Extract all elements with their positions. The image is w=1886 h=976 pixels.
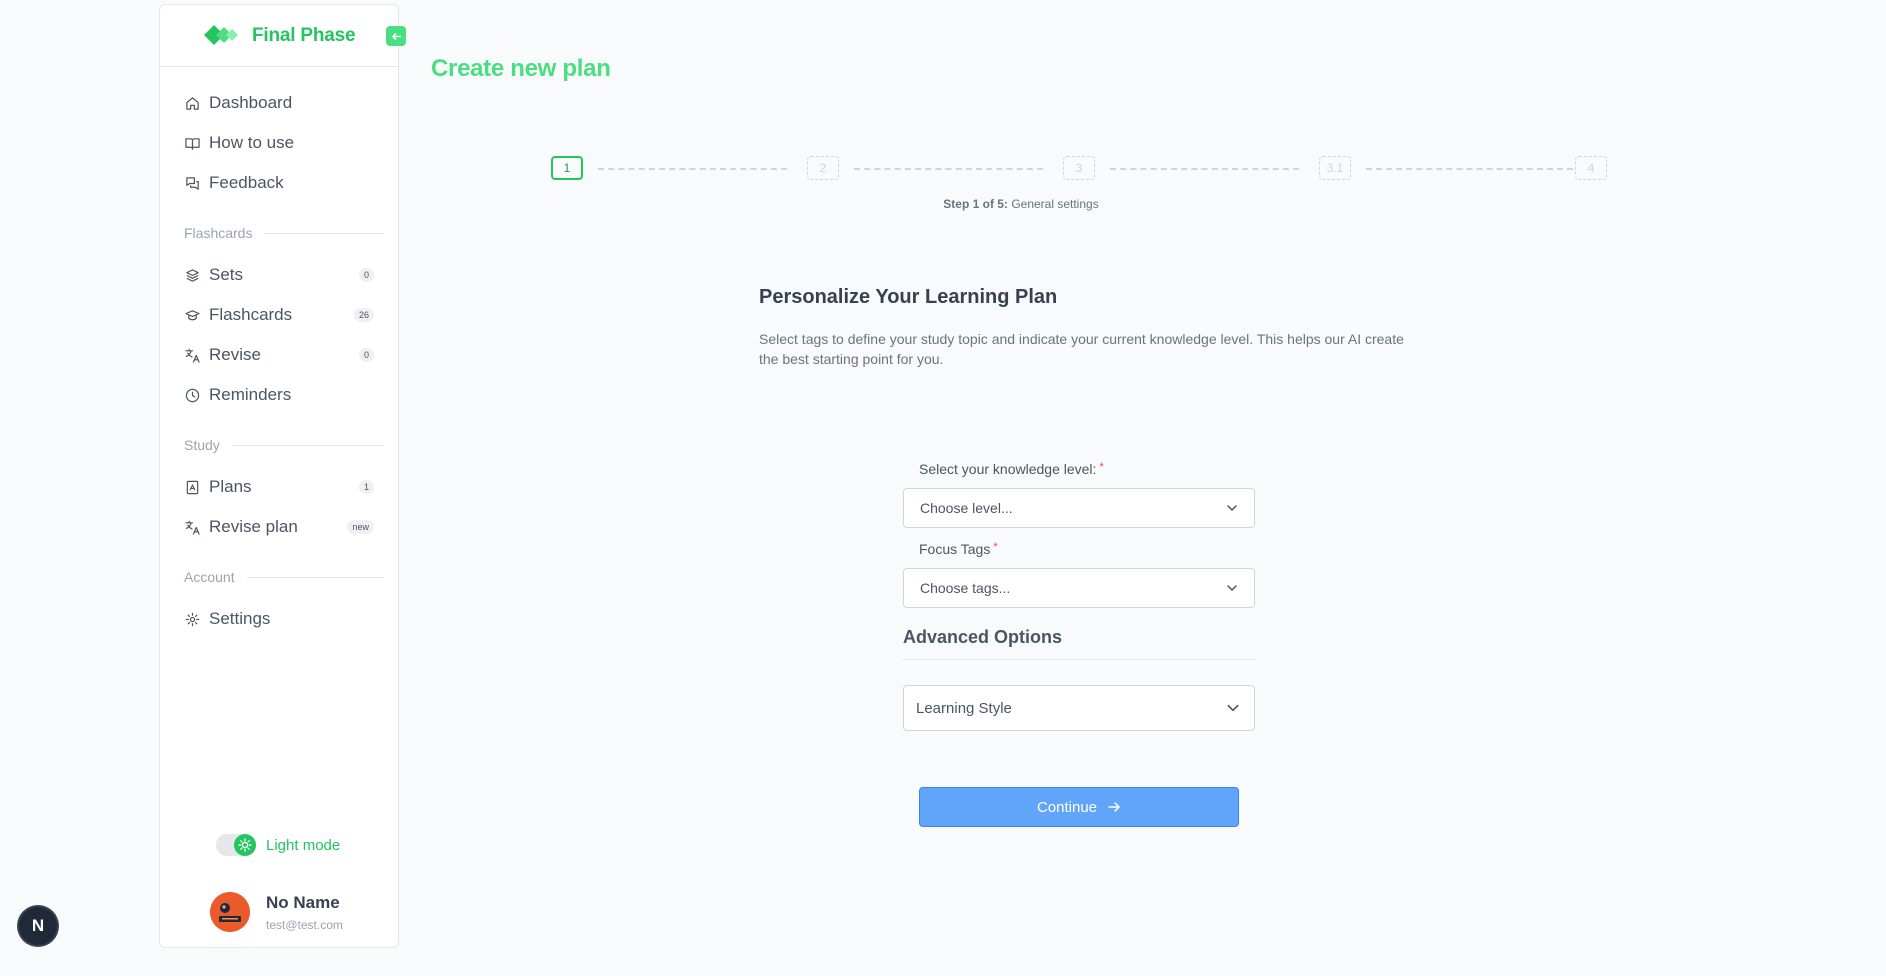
chat-icon — [184, 175, 200, 191]
sidebar-item-how-to-use[interactable]: How to use — [184, 130, 374, 156]
sidebar-item-dashboard[interactable]: Dashboard — [184, 90, 374, 116]
step-2[interactable]: 2 — [807, 156, 839, 180]
sidebar-item-label: Dashboard — [209, 93, 293, 112]
step-connector — [598, 168, 787, 170]
step-3-1[interactable]: 3.1 — [1319, 156, 1351, 180]
brand-header: Final Phase — [160, 5, 406, 67]
theme-toggle[interactable]: Light mode — [216, 834, 340, 856]
section-heading-study: Study — [184, 436, 384, 454]
book-icon — [184, 135, 200, 151]
page-title: Create new plan — [431, 55, 611, 82]
sidebar-item-label: Settings — [209, 609, 271, 628]
focus-tags-select[interactable]: Choose tags... — [903, 568, 1255, 608]
sidebar-item-label: Sets — [209, 265, 244, 284]
count-badge: 26 — [353, 308, 374, 322]
clock-icon — [184, 387, 200, 403]
sun-icon — [234, 834, 256, 856]
section-title: Personalize Your Learning Plan — [759, 286, 1058, 308]
required-mark: * — [1099, 461, 1104, 473]
new-badge: new — [347, 520, 374, 534]
sidebar-item-reminders[interactable]: Reminders — [184, 382, 374, 408]
step-connector — [1366, 168, 1573, 170]
toggle-track[interactable] — [216, 834, 256, 856]
step-4[interactable]: 4 — [1575, 156, 1607, 180]
sidebar-item-label: Revise plan — [209, 517, 298, 536]
required-mark: * — [993, 541, 998, 553]
learning-style-accordion[interactable]: Learning Style — [903, 685, 1255, 731]
chevron-down-icon — [1226, 582, 1238, 594]
sidebar: Final Phase Dashboard How to use Feedbac… — [159, 4, 406, 948]
sidebar-item-revise[interactable]: Revise 0 — [184, 342, 374, 368]
count-badge: 0 — [358, 348, 374, 362]
avatar — [210, 892, 250, 932]
user-profile[interactable]: No Name test@test.com — [210, 892, 343, 932]
theme-label: Light mode — [266, 836, 341, 854]
arrow-left-icon — [391, 32, 401, 40]
user-email: test@test.com — [266, 917, 343, 932]
sidebar-item-flashcards[interactable]: Flashcards 26 — [184, 302, 374, 328]
knowledge-level-label: Select your knowledge level: * — [919, 461, 1104, 477]
brand-name: Final Phase — [252, 25, 356, 46]
sidebar-item-label: Flashcards — [209, 305, 293, 324]
step-3[interactable]: 3 — [1063, 156, 1095, 180]
count-badge: 1 — [358, 480, 374, 494]
sidebar-item-settings[interactable]: Settings — [184, 606, 374, 632]
notebook-icon — [184, 479, 200, 495]
stepper: 1 2 3 3.1 4 — [551, 156, 1607, 182]
sidebar-item-label: Feedback — [209, 173, 284, 192]
translate-icon — [184, 519, 200, 535]
chevron-down-icon — [1226, 701, 1240, 715]
sidebar-item-plans[interactable]: Plans 1 — [184, 474, 374, 500]
sidebar-item-feedback[interactable]: Feedback — [184, 170, 374, 196]
sidebar-item-label: Reminders — [209, 385, 292, 404]
divider — [903, 659, 1255, 660]
advanced-options-title: Advanced Options — [903, 627, 1063, 647]
arrow-right-icon — [1107, 800, 1121, 814]
sidebar-item-label: How to use — [209, 133, 295, 152]
focus-tags-label: Focus Tags * — [919, 541, 998, 557]
section-heading-flashcards: Flashcards — [184, 224, 384, 242]
section-description: Select tags to define your study topic a… — [759, 331, 1404, 367]
sidebar-item-label: Plans — [209, 477, 252, 496]
translate-icon — [184, 347, 200, 363]
step-caption: Step 1 of 5: General settings — [943, 197, 1099, 211]
step-connector — [1110, 168, 1299, 170]
knowledge-level-select[interactable]: Choose level... — [903, 488, 1255, 528]
dev-tools-badge[interactable]: N — [19, 907, 57, 945]
step-1[interactable]: 1 — [551, 156, 583, 180]
sidebar-item-revise-plan[interactable]: Revise plan new — [184, 514, 374, 540]
gear-icon — [184, 611, 200, 627]
chevron-down-icon — [1226, 502, 1238, 514]
home-icon — [184, 95, 200, 111]
step-connector — [854, 168, 1043, 170]
graduation-cap-icon — [184, 307, 200, 323]
logo-icon — [204, 24, 240, 51]
sidebar-item-sets[interactable]: Sets 0 — [184, 262, 374, 288]
layers-icon — [184, 267, 200, 283]
user-name: No Name — [266, 892, 340, 912]
sidebar-item-label: Revise — [209, 345, 261, 364]
count-badge: 0 — [358, 268, 374, 282]
collapse-sidebar-button[interactable] — [386, 26, 406, 46]
section-heading-account: Account — [184, 568, 384, 586]
continue-button[interactable]: Continue — [919, 787, 1239, 827]
